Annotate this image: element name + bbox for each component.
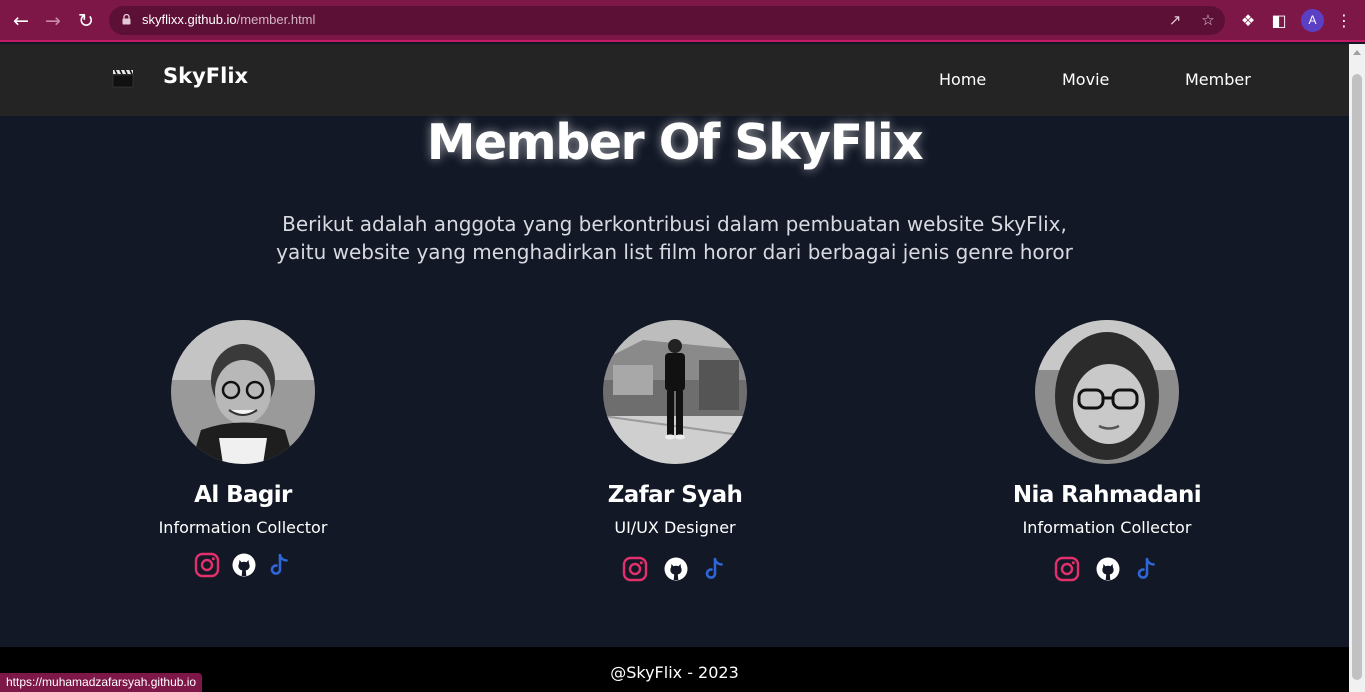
nav-link-movie[interactable]: Movie	[1062, 70, 1109, 89]
brand-name[interactable]: SkyFlix	[163, 64, 248, 88]
member-name: Zafar Syah	[607, 482, 743, 508]
url-path: /member.html	[236, 12, 316, 27]
member-name: Al Bagir	[194, 482, 292, 508]
social-links	[93, 552, 393, 582]
site-navbar: SkyFlix Home Movie Member	[0, 44, 1349, 116]
description-line-2: yaitu website yang menghadirkan list fil…	[276, 240, 1073, 264]
reload-icon[interactable]: ↻	[74, 9, 98, 33]
github-icon[interactable]	[231, 552, 257, 578]
tiktok-icon[interactable]	[702, 556, 728, 582]
description-line-1: Berikut adalah anggota yang berkontribus…	[282, 212, 1067, 236]
tiktok-icon[interactable]	[267, 552, 293, 578]
github-icon[interactable]	[663, 556, 689, 582]
lock-icon	[122, 14, 131, 25]
page-title: Member Of SkyFlix	[426, 114, 924, 171]
address-bar[interactable]: skyflixx.github.io/member.html ↗ ☆	[109, 6, 1225, 35]
github-icon[interactable]	[1095, 556, 1121, 582]
extensions-icon[interactable]: ❖	[1237, 10, 1259, 32]
member-avatar	[171, 320, 315, 464]
member-role: Information Collector	[1022, 518, 1192, 537]
page-viewport: SkyFlix Home Movie Member Member Of SkyF…	[0, 44, 1349, 692]
share-icon[interactable]: ↗	[1165, 10, 1185, 30]
tiktok-icon[interactable]	[1134, 556, 1160, 582]
social-links	[525, 556, 825, 586]
browser-toolbar: ← → ↻ skyflixx.github.io/member.html ↗ ☆…	[0, 0, 1365, 42]
social-links	[957, 556, 1257, 586]
forward-icon[interactable]: →	[41, 9, 65, 33]
bookmark-star-icon[interactable]: ☆	[1198, 10, 1218, 30]
nav-link-home[interactable]: Home	[939, 70, 986, 89]
page-description: Berikut adalah anggota yang berkontribus…	[0, 210, 1349, 266]
link-status-bubble: https://muhamadzafarsyah.github.io	[0, 673, 203, 692]
url-text: skyflixx.github.io/member.html	[142, 12, 315, 27]
instagram-icon[interactable]	[1054, 556, 1080, 582]
instagram-icon[interactable]	[622, 556, 648, 582]
member-avatar	[603, 320, 747, 464]
member-role: UI/UX Designer	[614, 518, 736, 537]
member-name: Nia Rahmadani	[1012, 482, 1202, 508]
instagram-icon[interactable]	[194, 552, 220, 578]
side-panel-icon[interactable]: ◧	[1268, 10, 1290, 32]
site-footer: @SkyFlix - 2023	[0, 647, 1349, 692]
profile-avatar[interactable]: A	[1301, 9, 1324, 32]
back-icon[interactable]: ←	[9, 9, 33, 33]
scrollbar-thumb[interactable]	[1352, 74, 1362, 680]
menu-kebab-icon[interactable]: ⋮	[1333, 10, 1355, 32]
nav-link-member[interactable]: Member	[1185, 70, 1251, 89]
member-role: Information Collector	[158, 518, 328, 537]
url-host: skyflixx.github.io	[142, 12, 237, 27]
scroll-up-arrow-icon[interactable]	[1353, 50, 1361, 55]
vertical-scrollbar[interactable]	[1349, 44, 1365, 692]
clapperboard-logo-icon[interactable]	[112, 68, 134, 88]
footer-copyright: @SkyFlix - 2023	[610, 663, 739, 682]
member-avatar	[1035, 320, 1179, 464]
